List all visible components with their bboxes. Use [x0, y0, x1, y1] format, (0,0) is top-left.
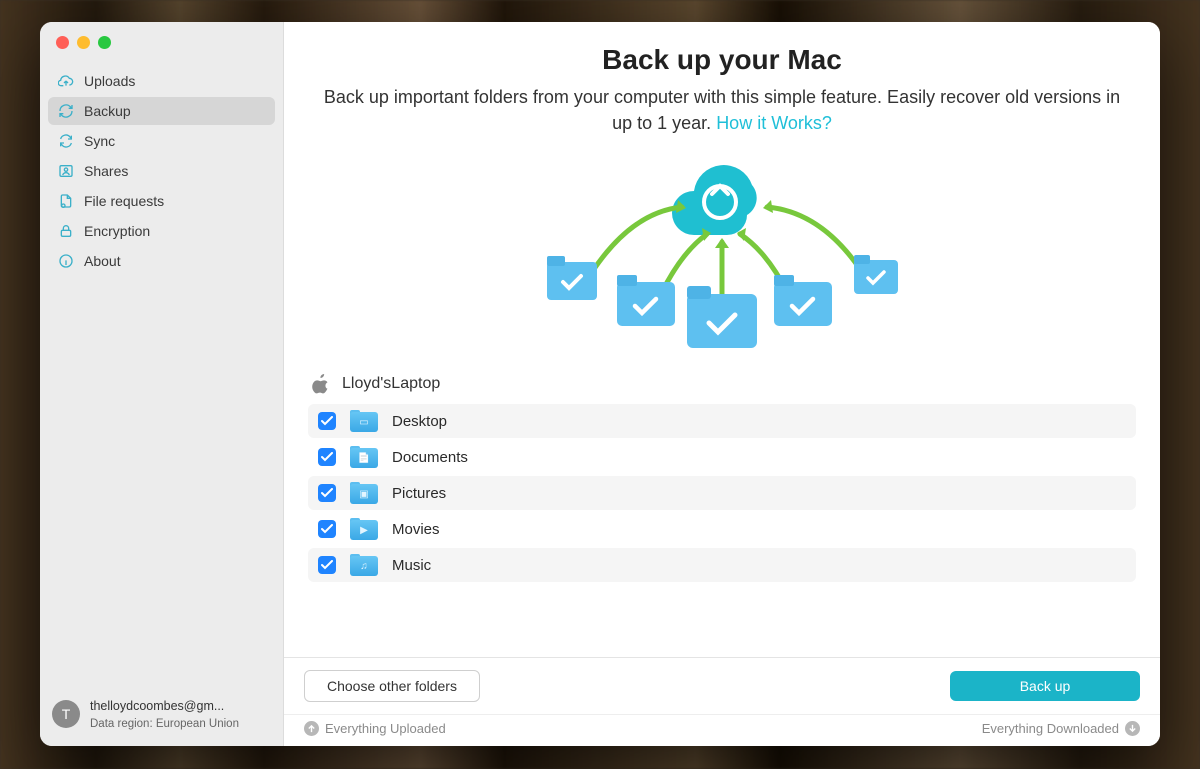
sidebar-item-about[interactable]: About — [48, 247, 275, 275]
folder-row-pictures[interactable]: ▣ Pictures — [308, 476, 1136, 510]
sidebar-item-label: Shares — [84, 163, 128, 179]
sidebar-item-uploads[interactable]: Uploads — [48, 67, 275, 95]
window-controls — [40, 22, 283, 67]
sidebar-item-file-requests[interactable]: File requests — [48, 187, 275, 215]
sidebar: Uploads Backup Sync Shares — [40, 22, 284, 746]
account-email: thelloydcoombes@gm... — [90, 698, 239, 716]
sidebar-item-label: About — [84, 253, 121, 269]
device-row: Lloyd'sLaptop — [308, 366, 1136, 404]
cloud-upload-icon — [58, 73, 74, 89]
file-request-icon — [58, 193, 74, 209]
folder-icon: ▭ — [350, 410, 378, 432]
person-box-icon — [58, 163, 74, 179]
checkbox[interactable] — [318, 484, 336, 502]
choose-other-folders-button[interactable]: Choose other folders — [304, 670, 480, 702]
checkbox[interactable] — [318, 412, 336, 430]
how-it-works-link[interactable]: How it Works? — [716, 113, 832, 133]
folder-row-music[interactable]: ♫ Music — [308, 548, 1136, 582]
backup-button[interactable]: Back up — [950, 671, 1140, 701]
sidebar-item-sync[interactable]: Sync — [48, 127, 275, 155]
checkbox[interactable] — [318, 448, 336, 466]
folder-row-desktop[interactable]: ▭ Desktop — [308, 404, 1136, 438]
folder-icon: ▣ — [350, 482, 378, 504]
status-uploaded-label: Everything Uploaded — [325, 721, 446, 736]
sidebar-item-encryption[interactable]: Encryption — [48, 217, 275, 245]
close-window-button[interactable] — [56, 36, 69, 49]
folder-label: Pictures — [392, 485, 446, 502]
status-downloaded-label: Everything Downloaded — [982, 721, 1119, 736]
folder-icon: 📄 — [350, 446, 378, 468]
folder-icon: ♫ — [350, 554, 378, 576]
page-title: Back up your Mac — [308, 44, 1136, 76]
sidebar-item-label: Uploads — [84, 73, 135, 89]
sidebar-nav: Uploads Backup Sync Shares — [40, 67, 283, 277]
main-pane: Back up your Mac Back up important folde… — [284, 22, 1160, 746]
folder-label: Desktop — [392, 413, 447, 430]
account-section: T thelloydcoombes@gm... Data region: Eur… — [40, 688, 283, 746]
app-window: Uploads Backup Sync Shares — [40, 22, 1160, 746]
folder-row-movies[interactable]: ▶ Movies — [308, 512, 1136, 546]
download-status-icon — [1125, 721, 1140, 736]
avatar[interactable]: T — [52, 700, 80, 728]
sidebar-item-label: Sync — [84, 133, 115, 149]
refresh-icon — [58, 103, 74, 119]
folder-row-documents[interactable]: 📄 Documents — [308, 440, 1136, 474]
sidebar-item-label: Encryption — [84, 223, 150, 239]
folder-list: ▭ Desktop 📄 Documents ▣ Pictures ▶ Movie… — [308, 404, 1136, 582]
fullscreen-window-button[interactable] — [98, 36, 111, 49]
info-icon — [58, 253, 74, 269]
device-name: Lloyd'sLaptop — [342, 375, 440, 393]
sync-icon — [58, 133, 74, 149]
footer-bar: Choose other folders Back up — [284, 657, 1160, 714]
folder-label: Movies — [392, 521, 440, 538]
sidebar-item-backup[interactable]: Backup — [48, 97, 275, 125]
folder-label: Music — [392, 557, 431, 574]
status-uploaded: Everything Uploaded — [304, 721, 446, 736]
page-subtitle: Back up important folders from your comp… — [322, 84, 1122, 136]
sidebar-item-shares[interactable]: Shares — [48, 157, 275, 185]
checkbox[interactable] — [318, 556, 336, 574]
backup-illustration — [512, 152, 932, 360]
account-region: Data region: European Union — [90, 716, 239, 732]
status-downloaded: Everything Downloaded — [982, 721, 1140, 736]
upload-status-icon — [304, 721, 319, 736]
lock-icon — [58, 223, 74, 239]
checkbox[interactable] — [318, 520, 336, 538]
apple-icon — [312, 374, 330, 394]
folder-icon: ▶ — [350, 518, 378, 540]
minimize-window-button[interactable] — [77, 36, 90, 49]
sidebar-item-label: Backup — [84, 103, 131, 119]
sidebar-item-label: File requests — [84, 193, 164, 209]
status-bar: Everything Uploaded Everything Downloade… — [284, 714, 1160, 746]
folder-label: Documents — [392, 449, 468, 466]
